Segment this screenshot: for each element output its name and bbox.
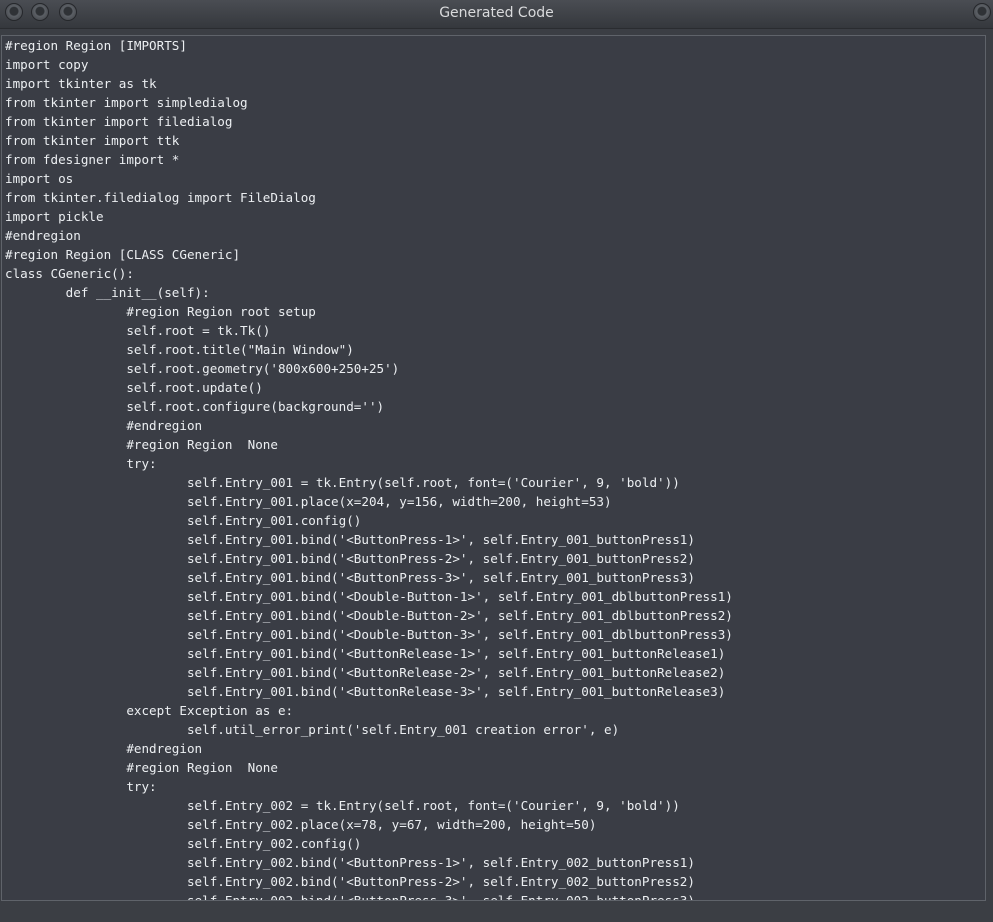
code-line[interactable]: #endregion <box>2 226 985 245</box>
code-line[interactable]: self.Entry_002 = tk.Entry(self.root, fon… <box>2 796 985 815</box>
code-line[interactable]: #endregion <box>2 739 985 758</box>
code-line[interactable]: from fdesigner import * <box>2 150 985 169</box>
code-lines: #region Region [IMPORTS] import copy impor… <box>2 36 985 900</box>
code-line[interactable]: from tkinter import simpledialog <box>2 93 985 112</box>
code-line[interactable]: self.Entry_001 = tk.Entry(self.root, fon… <box>2 473 985 492</box>
code-line[interactable]: #endregion <box>2 416 985 435</box>
code-line[interactable]: from tkinter.filedialog import FileDialo… <box>2 188 985 207</box>
code-line[interactable]: self.Entry_002.place(x=78, y=67, width=2… <box>2 815 985 834</box>
code-line[interactable]: self.Entry_002.config() <box>2 834 985 853</box>
code-line[interactable]: self.Entry_002.bind('<ButtonPress-2>', s… <box>2 872 985 891</box>
code-line[interactable]: class CGeneric(): <box>2 264 985 283</box>
code-line[interactable]: try: <box>2 454 985 473</box>
code-line[interactable]: #region Region [CLASS CGeneric] <box>2 245 985 264</box>
code-line[interactable]: import os <box>2 169 985 188</box>
code-line[interactable]: self.root.title("Main Window") <box>2 340 985 359</box>
code-line[interactable]: self.Entry_001.config() <box>2 511 985 530</box>
code-line[interactable]: self.Entry_001.bind('<Double-Button-3>',… <box>2 625 985 644</box>
code-line[interactable]: from tkinter import ttk <box>2 131 985 150</box>
title-bar[interactable]: Generated Code <box>0 0 993 29</box>
code-line[interactable]: self.Entry_001.place(x=204, y=156, width… <box>2 492 985 511</box>
code-line[interactable]: self.Entry_001.bind('<ButtonRelease-2>',… <box>2 663 985 682</box>
code-line[interactable]: self.Entry_002.bind('<ButtonPress-3>', s… <box>2 891 985 900</box>
code-line[interactable]: from tkinter import filedialog <box>2 112 985 131</box>
code-line[interactable]: self.root.geometry('800x600+250+25') <box>2 359 985 378</box>
code-line[interactable]: self.Entry_001.bind('<ButtonPress-2>', s… <box>2 549 985 568</box>
code-line[interactable]: self.Entry_001.bind('<ButtonPress-1>', s… <box>2 530 985 549</box>
code-line[interactable]: import tkinter as tk <box>2 74 985 93</box>
code-text-area[interactable]: #region Region [IMPORTS] import copy impor… <box>1 35 986 901</box>
code-line[interactable]: self.util_error_print('self.Entry_001 cr… <box>2 720 985 739</box>
code-line[interactable]: self.Entry_001.bind('<ButtonRelease-3>',… <box>2 682 985 701</box>
window-bottom-edge <box>0 901 993 922</box>
code-line[interactable]: import copy <box>2 55 985 74</box>
code-line[interactable]: self.root = tk.Tk() <box>2 321 985 340</box>
code-line[interactable]: self.root.update() <box>2 378 985 397</box>
code-line[interactable]: #region Region None <box>2 435 985 454</box>
code-window: Generated Code #region Region [IMPORTS] i… <box>0 0 993 922</box>
code-line[interactable]: self.Entry_001.bind('<Double-Button-1>',… <box>2 587 985 606</box>
code-line[interactable]: try: <box>2 777 985 796</box>
code-line[interactable]: import pickle <box>2 207 985 226</box>
code-line[interactable]: self.Entry_001.bind('<ButtonPress-3>', s… <box>2 568 985 587</box>
code-line[interactable]: self.Entry_001.bind('<ButtonRelease-1>',… <box>2 644 985 663</box>
code-line[interactable]: except Exception as e: <box>2 701 985 720</box>
menu-button[interactable] <box>973 3 991 21</box>
code-line[interactable]: self.Entry_002.bind('<ButtonPress-1>', s… <box>2 853 985 872</box>
code-line[interactable]: #region Region None <box>2 758 985 777</box>
code-line[interactable]: self.Entry_001.bind('<Double-Button-2>',… <box>2 606 985 625</box>
code-line[interactable]: #region Region root setup <box>2 302 985 321</box>
code-line[interactable]: def __init__(self): <box>2 283 985 302</box>
window-title: Generated Code <box>439 5 554 21</box>
code-line[interactable]: #region Region [IMPORTS] <box>2 36 985 55</box>
code-line[interactable]: self.root.configure(background='') <box>2 397 985 416</box>
